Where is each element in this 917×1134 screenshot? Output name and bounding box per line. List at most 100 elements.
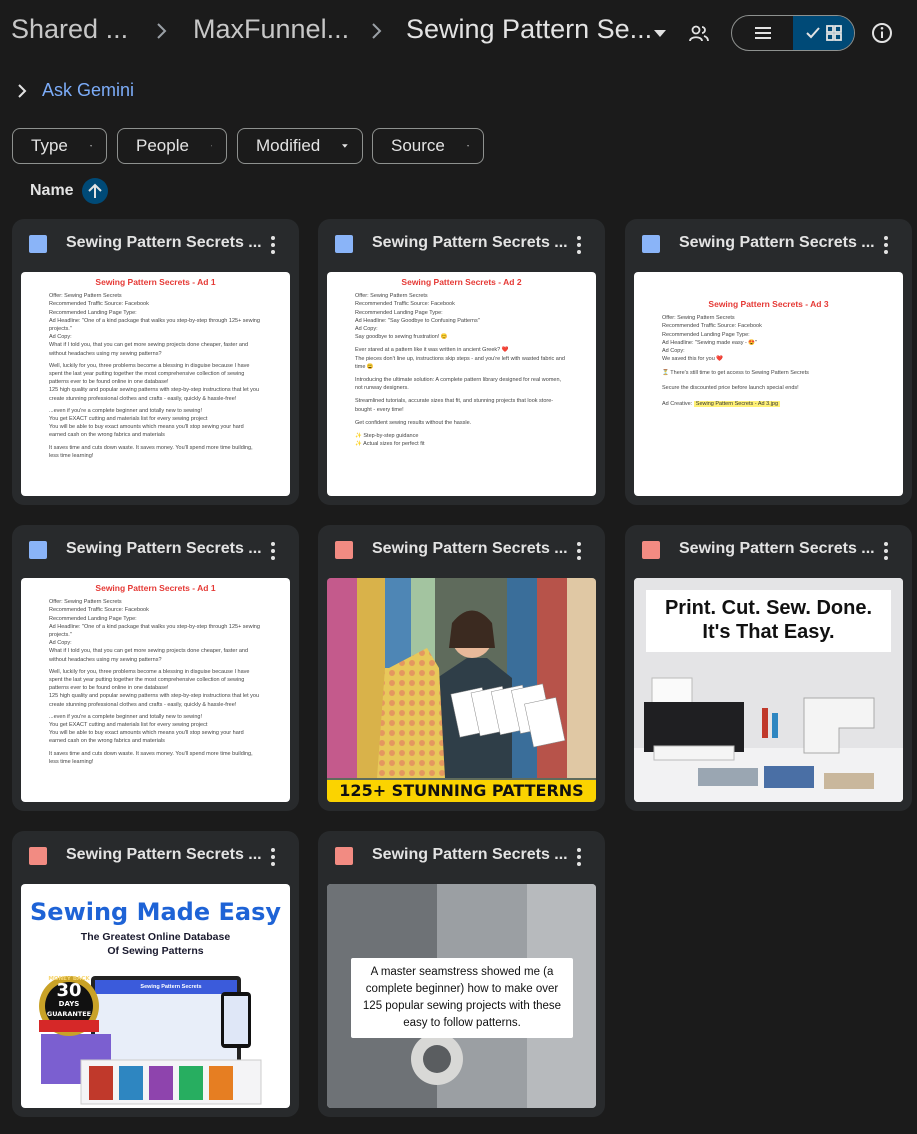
file-title: Sewing Pattern Secrets ... — [66, 846, 262, 863]
caret-down-icon[interactable] — [653, 29, 667, 39]
doc-line: Ever stared at a pattern like it was wri… — [355, 347, 509, 354]
fabric-photo-image — [327, 578, 596, 802]
mockup-product-name: Sewing Pattern Secrets — [140, 984, 202, 990]
manage-access-button[interactable] — [686, 22, 712, 46]
doc-line: Recommended Landing Page Type: — [49, 309, 137, 316]
breadcrumb-current-folder[interactable]: Sewing Pattern Se... — [406, 14, 652, 45]
top-bar: Shared ... MaxFunnel... Sewing Pattern S… — [0, 0, 917, 68]
doc-line: Say goodbye to sewing frustration! 😊 — [355, 334, 448, 341]
doc-line: ⏳ There's still time to get access to Se… — [662, 370, 809, 377]
people-icon — [689, 25, 709, 42]
doc-line: Offer: Sewing Pattern Secrets — [662, 315, 735, 322]
file-thumbnail: Sewing Pattern Secrets - Ad 1 Offer: Sew… — [21, 272, 290, 496]
doc-line: We saved this for you ❤️ — [662, 356, 724, 363]
doc-heading: Sewing Pattern Secrets - Ad 3 — [708, 299, 829, 309]
doc-line: Ad Copy: — [49, 334, 72, 341]
chevron-right-icon — [372, 23, 382, 39]
file-thumbnail: Print. Cut. Sew. Done. It's That Easy. — [634, 578, 903, 802]
info-icon — [872, 23, 892, 43]
filter-modified[interactable]: Modified — [237, 128, 363, 164]
file-thumbnail: Sewing Pattern Secrets - Ad 3 Offer: Sew… — [634, 272, 903, 496]
doc-line: It saves time and cuts down waste. It sa… — [49, 444, 253, 459]
file-card[interactable]: Sewing Pattern Secrets ... A master seam… — [318, 831, 605, 1117]
video-file-icon — [335, 847, 353, 865]
more-actions-icon[interactable] — [569, 847, 589, 867]
file-title: Sewing Pattern Secrets ... — [66, 540, 262, 557]
list-icon — [754, 27, 771, 39]
filter-type[interactable]: Type — [12, 128, 107, 164]
ask-gemini-toggle[interactable]: Ask Gemini — [16, 80, 134, 101]
doc-line: Recommended Traffic Source: Facebook — [355, 301, 455, 308]
file-card[interactable]: Sewing Pattern Secrets ... Sewing Patter… — [12, 219, 299, 505]
file-card[interactable]: Sewing Pattern Secrets ... Sewing Patter… — [12, 525, 299, 811]
google-docs-icon — [29, 541, 47, 559]
doc-line: What if I told you, that you can get mor… — [49, 342, 249, 357]
file-card[interactable]: Sewing Pattern Secrets ... Print. Cut. S… — [625, 525, 912, 811]
file-card[interactable]: Sewing Pattern Secrets ... Sewing Patter… — [318, 219, 605, 505]
image-file-icon — [29, 847, 47, 865]
more-actions-icon[interactable] — [263, 235, 283, 255]
file-card-header: Sewing Pattern Secrets ... — [318, 219, 605, 271]
file-title: Sewing Pattern Secrets ... — [372, 540, 568, 557]
image-caption-banner: 125+ STUNNING PATTERNS — [327, 780, 596, 802]
file-thumbnail: Sewing Pattern Secrets - Ad 2 Offer: Sew… — [327, 272, 596, 496]
google-docs-icon — [29, 235, 47, 253]
filter-source[interactable]: Source — [372, 128, 484, 164]
doc-line: Offer: Sewing Pattern Secrets — [49, 293, 122, 300]
caret-down-icon — [89, 145, 92, 147]
sort-direction-button[interactable] — [81, 178, 108, 204]
file-thumbnail: Sewing Pattern Secrets - Ad 1 Offer: Sew… — [21, 578, 290, 802]
doc-line: ...even if you're a complete beginner an… — [49, 407, 203, 414]
chevron-right-icon — [157, 23, 167, 39]
doc-line: Recommended Landing Page Type: — [355, 309, 443, 316]
file-title: Sewing Pattern Secrets ... — [66, 234, 262, 251]
doc-line: The pieces don't line up, instructions s… — [355, 355, 565, 370]
guarantee-badge: MONEY BACK 30 DAYS GUARANTEE — [43, 976, 95, 1018]
file-card[interactable]: Sewing Pattern Secrets ... 125+ STUNNING… — [318, 525, 605, 811]
doc-line: Offer: Sewing Pattern Secrets — [355, 293, 428, 300]
doc-line: What if I told you, that you can get mor… — [49, 648, 249, 663]
sort-by-name[interactable]: Name — [30, 178, 108, 204]
doc-line: Ad Headline: "One of a kind package that… — [49, 623, 260, 639]
more-actions-icon[interactable] — [876, 235, 896, 255]
filter-modified-label: Modified — [256, 136, 321, 155]
grid-view-button[interactable] — [793, 16, 854, 50]
google-docs-icon — [642, 235, 660, 253]
doc-line: 125 high quality and popular sewing patt… — [49, 387, 260, 402]
doc-line: Well, luckily for you, three problems be… — [49, 362, 250, 386]
doc-line: ✨ Step-by-step guidance — [355, 433, 419, 440]
file-thumbnail: 125+ STUNNING PATTERNS — [327, 578, 596, 802]
breadcrumb-shared[interactable]: Shared ... — [11, 14, 128, 45]
file-card[interactable]: Sewing Pattern Secrets ... Sewing Patter… — [625, 219, 912, 505]
caret-down-icon — [466, 145, 469, 147]
more-actions-icon[interactable] — [876, 541, 896, 561]
filter-people[interactable]: People — [117, 128, 227, 164]
more-actions-icon[interactable] — [263, 847, 283, 867]
more-actions-icon[interactable] — [569, 235, 589, 255]
doc-creative-label: Ad Creative: — [662, 400, 693, 407]
caret-down-icon — [210, 145, 212, 147]
doc-line: Recommended Traffic Source: Facebook — [49, 301, 149, 308]
doc-creative-link: Sewing Pattern Secrets - Ad 3.jpg — [693, 400, 781, 407]
doc-line: Ad Headline: "Sewing made easy - 😍" — [662, 339, 758, 346]
caret-down-icon — [342, 144, 348, 148]
doc-line: Recommended Traffic Source: Facebook — [662, 323, 762, 330]
more-actions-icon[interactable] — [569, 541, 589, 561]
doc-line: Ad Copy: — [662, 348, 685, 355]
video-caption: A master seamstress showed me (a complet… — [351, 958, 573, 1038]
more-actions-icon[interactable] — [263, 541, 283, 561]
doc-creative-row: Ad Creative: Sewing Pattern Secrets - Ad… — [662, 400, 875, 408]
doc-line: It saves time and cuts down waste. It sa… — [49, 750, 253, 765]
list-view-button[interactable] — [732, 16, 793, 50]
details-button[interactable] — [870, 21, 894, 45]
doc-line: You get EXACT cutting and materials list… — [49, 416, 208, 423]
doc-line: 125 high quality and popular sewing patt… — [49, 693, 260, 708]
doc-line: Ad Copy: — [355, 326, 378, 333]
image-headline: Print. Cut. Sew. Done. It's That Easy. — [646, 590, 891, 652]
breadcrumb-maxfunnel[interactable]: MaxFunnel... — [193, 14, 349, 45]
file-card[interactable]: Sewing Pattern Secrets ... Sewing Made E… — [12, 831, 299, 1117]
doc-line: Introducing the ultimate solution: A com… — [355, 377, 562, 392]
image-headline-line: It's That Easy. — [702, 621, 835, 643]
file-title: Sewing Pattern Secrets ... — [679, 540, 875, 557]
doc-heading: Sewing Pattern Secrets - Ad 2 — [401, 277, 522, 287]
